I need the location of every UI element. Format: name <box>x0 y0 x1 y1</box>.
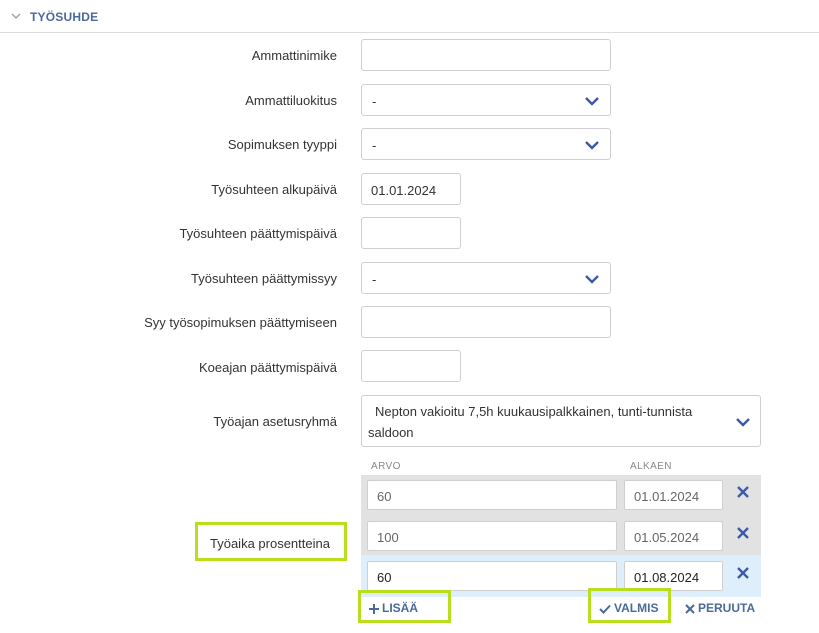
tyoaika-prosentteina-label: Työaika prosentteina <box>210 536 330 551</box>
remove-row-icon[interactable] <box>736 526 750 540</box>
alkaen-input[interactable]: 01.08.2024 <box>624 561 723 591</box>
remove-row-icon[interactable] <box>736 566 750 580</box>
alkupaiva-label: Työsuhteen alkupäivä <box>211 182 337 197</box>
syy-paattymiseen-input[interactable] <box>361 306 611 338</box>
ammattiluokitus-label: Ammattiluokitus <box>245 93 337 108</box>
ammattiluokitus-value: - <box>372 94 377 109</box>
check-icon <box>599 604 611 614</box>
cancel-button[interactable]: PERUUTA <box>685 601 755 615</box>
done-button[interactable]: VALMIS <box>599 601 658 615</box>
column-header-arvo: ARVO <box>371 461 401 472</box>
koeaika-label: Koeajan päättymispäivä <box>198 360 337 375</box>
remove-row-icon[interactable] <box>736 485 750 499</box>
cancel-button-label: PERUUTA <box>698 601 756 615</box>
sopimuksen-tyyppi-label: Sopimuksen tyyppi <box>227 137 337 152</box>
koeaika-input[interactable] <box>361 350 461 382</box>
section-header[interactable]: TYÖSUHDE <box>0 0 819 33</box>
paattymissyy-label: Työsuhteen päättymissyy <box>191 271 337 286</box>
tyoaika-ryhma-label: Työajan asetusryhmä <box>213 414 337 429</box>
tyoaika-ryhma-value-line1: Nepton vakioitu 7,5h kuukausipalkkainen,… <box>375 404 693 419</box>
done-button-label: VALMIS <box>614 601 659 615</box>
alkupaiva-input[interactable]: 01.01.2024 <box>361 173 461 205</box>
arvo-input[interactable]: 60 <box>367 561 617 591</box>
plus-icon <box>369 603 379 614</box>
arvo-input[interactable]: 100 <box>367 521 617 551</box>
chevron-down-icon[interactable] <box>10 11 22 21</box>
add-button-label: LISÄÄ <box>382 601 418 615</box>
paattymissyy-value: - <box>372 272 377 287</box>
chevron-down-icon <box>585 275 599 284</box>
alkaen-input[interactable]: 01.01.2024 <box>624 480 723 510</box>
sopimuksen-tyyppi-value: - <box>372 138 377 153</box>
section-title: TYÖSUHDE <box>30 10 99 24</box>
column-header-alkaen: ALKAEN <box>630 461 672 472</box>
paattymispaiva-input[interactable] <box>361 217 461 249</box>
ammattiluokitus-select[interactable]: - <box>361 84 611 116</box>
paattymissyy-select[interactable]: - <box>361 262 611 294</box>
chevron-down-icon <box>585 97 599 106</box>
ammattinimike-input[interactable] <box>361 39 611 71</box>
tyoaika-ryhma-value-line2: saldoon <box>368 425 414 440</box>
paattymispaiva-label: Työsuhteen päättymispäivä <box>179 226 337 241</box>
add-button[interactable]: LISÄÄ <box>369 601 418 615</box>
alkaen-input[interactable]: 01.05.2024 <box>624 521 723 551</box>
sopimuksen-tyyppi-select[interactable]: - <box>361 128 611 160</box>
syy-paattymiseen-label: Syy työsopimuksen päättymiseen <box>144 315 337 330</box>
arvo-input[interactable]: 60 <box>367 480 617 510</box>
tyoaika-ryhma-select[interactable]: Nepton vakioitu 7,5h kuukausipalkkainen,… <box>361 395 761 447</box>
chevron-down-icon <box>585 141 599 150</box>
close-icon <box>685 604 695 614</box>
ammattinimike-label: Ammattinimike <box>251 48 337 63</box>
chevron-down-icon <box>736 418 750 427</box>
